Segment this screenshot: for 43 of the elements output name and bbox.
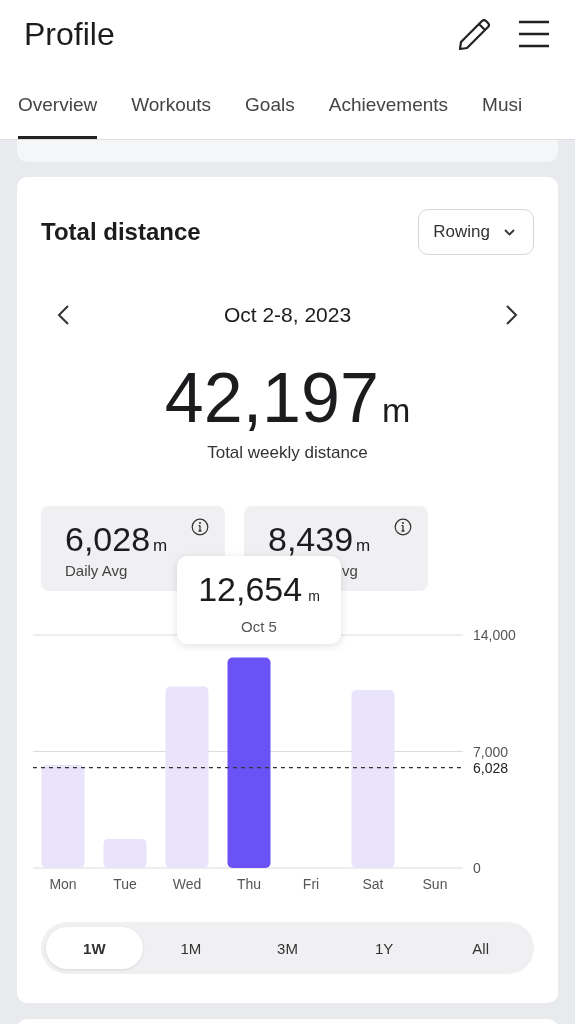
axis-tick-label: 0 bbox=[473, 860, 481, 876]
tab[interactable]: Achievements bbox=[328, 68, 449, 139]
card-title: Total distance bbox=[41, 218, 201, 246]
stat-label: vg bbox=[342, 562, 358, 579]
axis-tick-label: 14,000 bbox=[473, 627, 516, 643]
unit-label: m bbox=[381, 391, 411, 430]
range-tab[interactable]: All bbox=[432, 927, 529, 969]
axis-day-label: Sun bbox=[422, 876, 448, 892]
chevron-right-icon[interactable] bbox=[506, 305, 518, 325]
total-distance: 42,197 bbox=[164, 363, 379, 433]
menu-icon[interactable] bbox=[518, 19, 550, 49]
axis-day-label: Fri bbox=[302, 876, 320, 892]
stat-label: Daily Avg bbox=[65, 562, 128, 579]
range-tab[interactable]: 1W bbox=[46, 927, 143, 969]
stat-value: 6,028 bbox=[65, 522, 151, 556]
date-range: Oct 2-8, 2023 bbox=[223, 303, 352, 327]
unit-label: m bbox=[308, 588, 320, 604]
info-icon[interactable] bbox=[394, 518, 412, 536]
tab[interactable]: Workouts bbox=[131, 68, 212, 139]
axis-day-label: Mon bbox=[49, 876, 77, 892]
unit-label: m bbox=[356, 536, 371, 556]
axis-tick-label: 7,000 bbox=[473, 743, 509, 760]
axis-day-label: Thu bbox=[236, 876, 262, 892]
range-tab[interactable]: 3M bbox=[239, 927, 336, 969]
stat-value: 8,439 bbox=[268, 522, 354, 556]
tooltip-date: Oct 5 bbox=[241, 618, 277, 635]
chevron-left-icon[interactable] bbox=[57, 305, 69, 325]
axis-day-label: Sat bbox=[362, 876, 384, 892]
info-icon[interactable] bbox=[191, 518, 209, 536]
tooltip-value: 12,654 bbox=[198, 572, 303, 606]
page-title: Profile bbox=[24, 15, 115, 53]
total-label: Total weekly distance bbox=[206, 443, 369, 463]
range-tab[interactable]: 1Y bbox=[335, 927, 433, 969]
chevron-down-icon bbox=[504, 228, 515, 236]
axis-day-label: Wed bbox=[172, 876, 202, 892]
pencil-icon[interactable] bbox=[456, 16, 492, 52]
tab[interactable]: Goals bbox=[245, 68, 295, 139]
sport-dropdown[interactable]: Rowing bbox=[418, 209, 534, 255]
axis-day-label: Tue bbox=[113, 876, 137, 892]
average-label: 6,028 bbox=[473, 759, 509, 776]
range-tab[interactable]: 1M bbox=[142, 927, 240, 969]
tab[interactable]: Musi bbox=[482, 68, 523, 139]
unit-label: m bbox=[153, 536, 168, 556]
